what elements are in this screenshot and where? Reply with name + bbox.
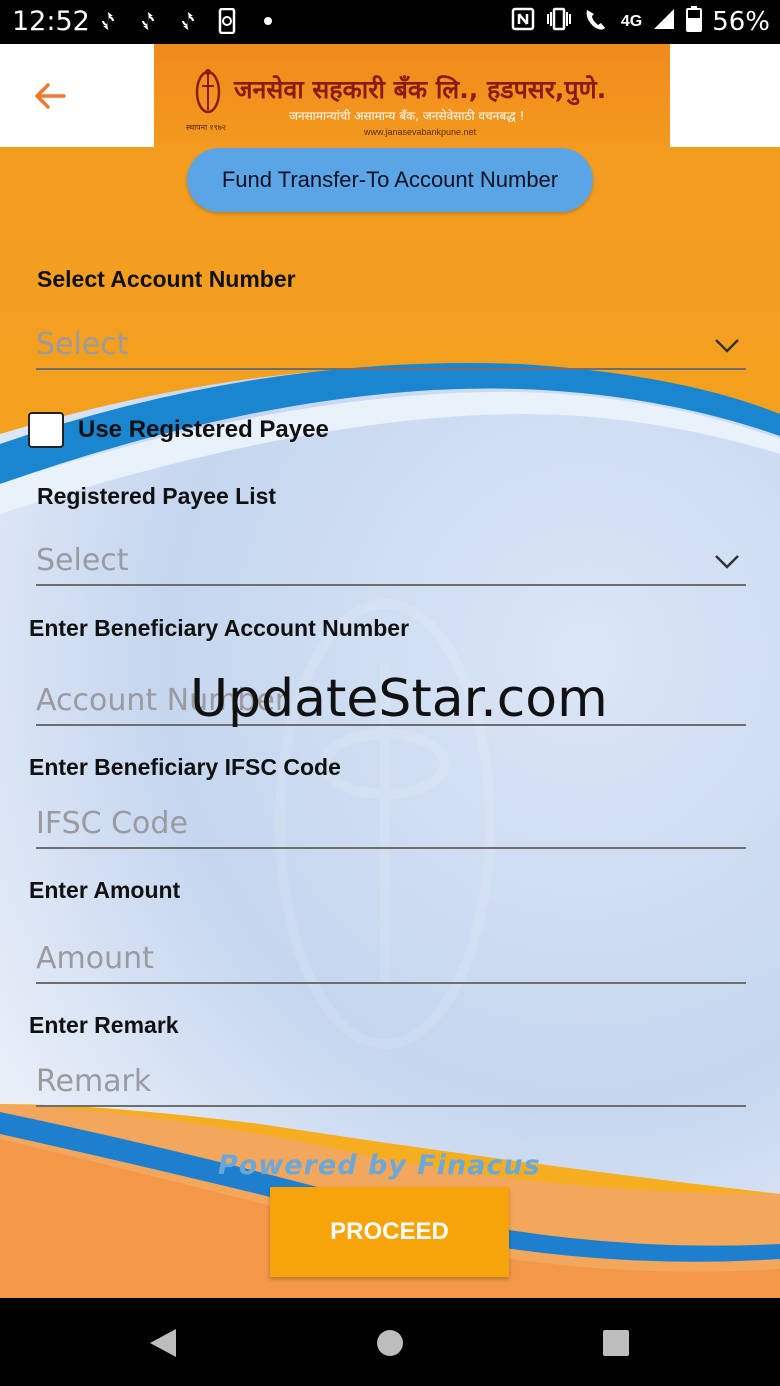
triangle-back-icon: [150, 1329, 176, 1357]
remark-placeholder: Remark: [36, 1064, 152, 1099]
remark-label: Enter Remark: [29, 1012, 179, 1038]
fund-transfer-screen: स्थापना १९७२ जनसेवा सहकारी बँक लि., हडपस…: [0, 44, 780, 1298]
battery-percent: 56%: [712, 6, 770, 37]
sync-icon: [135, 8, 161, 34]
square-recents-icon: [603, 1330, 629, 1356]
status-bar: 12:52 4G 56%: [0, 0, 780, 44]
wifi-call-icon: [583, 6, 611, 37]
amount-label: Enter Amount: [29, 877, 181, 903]
use-registered-payee-row[interactable]: Use Registered Payee: [28, 412, 329, 448]
watermark-text: UpdateStar.com: [190, 669, 608, 729]
bank-logo-banner: स्थापना १९७२ जनसेवा सहकारी बँक लि., हडपस…: [154, 44, 670, 147]
bank-name: जनसेवा सहकारी बँक लि., हडपसर,पुणे.: [234, 75, 607, 104]
proceed-button[interactable]: PROCEED: [270, 1187, 509, 1277]
bank-tagline: जनसामान्यांची असामान्य बँक, जनसेवेसाठी व…: [289, 109, 525, 123]
remark-input[interactable]: Remark: [36, 1057, 746, 1107]
ifsc-label: Enter Beneficiary IFSC Code: [29, 754, 341, 780]
status-time: 12:52: [12, 6, 90, 37]
android-nav-bar: [0, 1298, 780, 1386]
bank-established: स्थापना १९७२: [186, 123, 227, 132]
beneficiary-account-label: Enter Beneficiary Account Number: [29, 615, 410, 641]
use-registered-payee-label: Use Registered Payee: [78, 416, 329, 443]
battery-icon: [686, 6, 703, 37]
nav-recents-button[interactable]: [599, 1326, 633, 1360]
signal-icon: [652, 7, 676, 36]
ifsc-input[interactable]: IFSC Code: [36, 799, 746, 849]
sync-icon: [175, 8, 201, 34]
account-number-dropdown[interactable]: Select: [36, 320, 746, 370]
registered-payee-list-label: Registered Payee List: [37, 483, 277, 509]
app-header: स्थापना १९७२ जनसेवा सहकारी बँक लि., हडपस…: [0, 44, 780, 147]
chevron-down-icon: [715, 339, 739, 353]
registered-payee-dropdown[interactable]: Select: [36, 536, 746, 586]
vibrate-icon: [545, 7, 573, 36]
back-button[interactable]: [28, 74, 72, 118]
chevron-down-icon: [715, 555, 739, 569]
notification-icons: [95, 8, 281, 34]
bank-website: www.janasevabankpune.net: [364, 127, 477, 137]
nfc-icon: [511, 7, 535, 36]
nav-home-button[interactable]: [373, 1326, 407, 1360]
circle-home-icon: [377, 1330, 403, 1356]
amount-placeholder: Amount: [36, 941, 154, 976]
amount-input[interactable]: Amount: [36, 934, 746, 984]
bank-emblem-icon: [195, 69, 221, 114]
use-registered-payee-checkbox[interactable]: [28, 412, 64, 448]
nav-back-button[interactable]: [146, 1326, 180, 1360]
sync-icon: [95, 8, 121, 34]
dot-icon: [255, 8, 281, 34]
account-number-label: Select Account Number: [37, 266, 296, 292]
back-arrow-icon: [35, 83, 66, 109]
phone-sync-icon: [215, 8, 241, 34]
account-number-dropdown-value: Select: [36, 327, 129, 362]
network-type: 4G: [620, 12, 643, 30]
powered-by-text: Powered by Finacus: [218, 1150, 541, 1181]
registered-payee-dropdown-value: Select: [36, 543, 129, 578]
ifsc-placeholder: IFSC Code: [36, 806, 188, 841]
page-title: Fund Transfer-To Account Number: [187, 148, 593, 212]
